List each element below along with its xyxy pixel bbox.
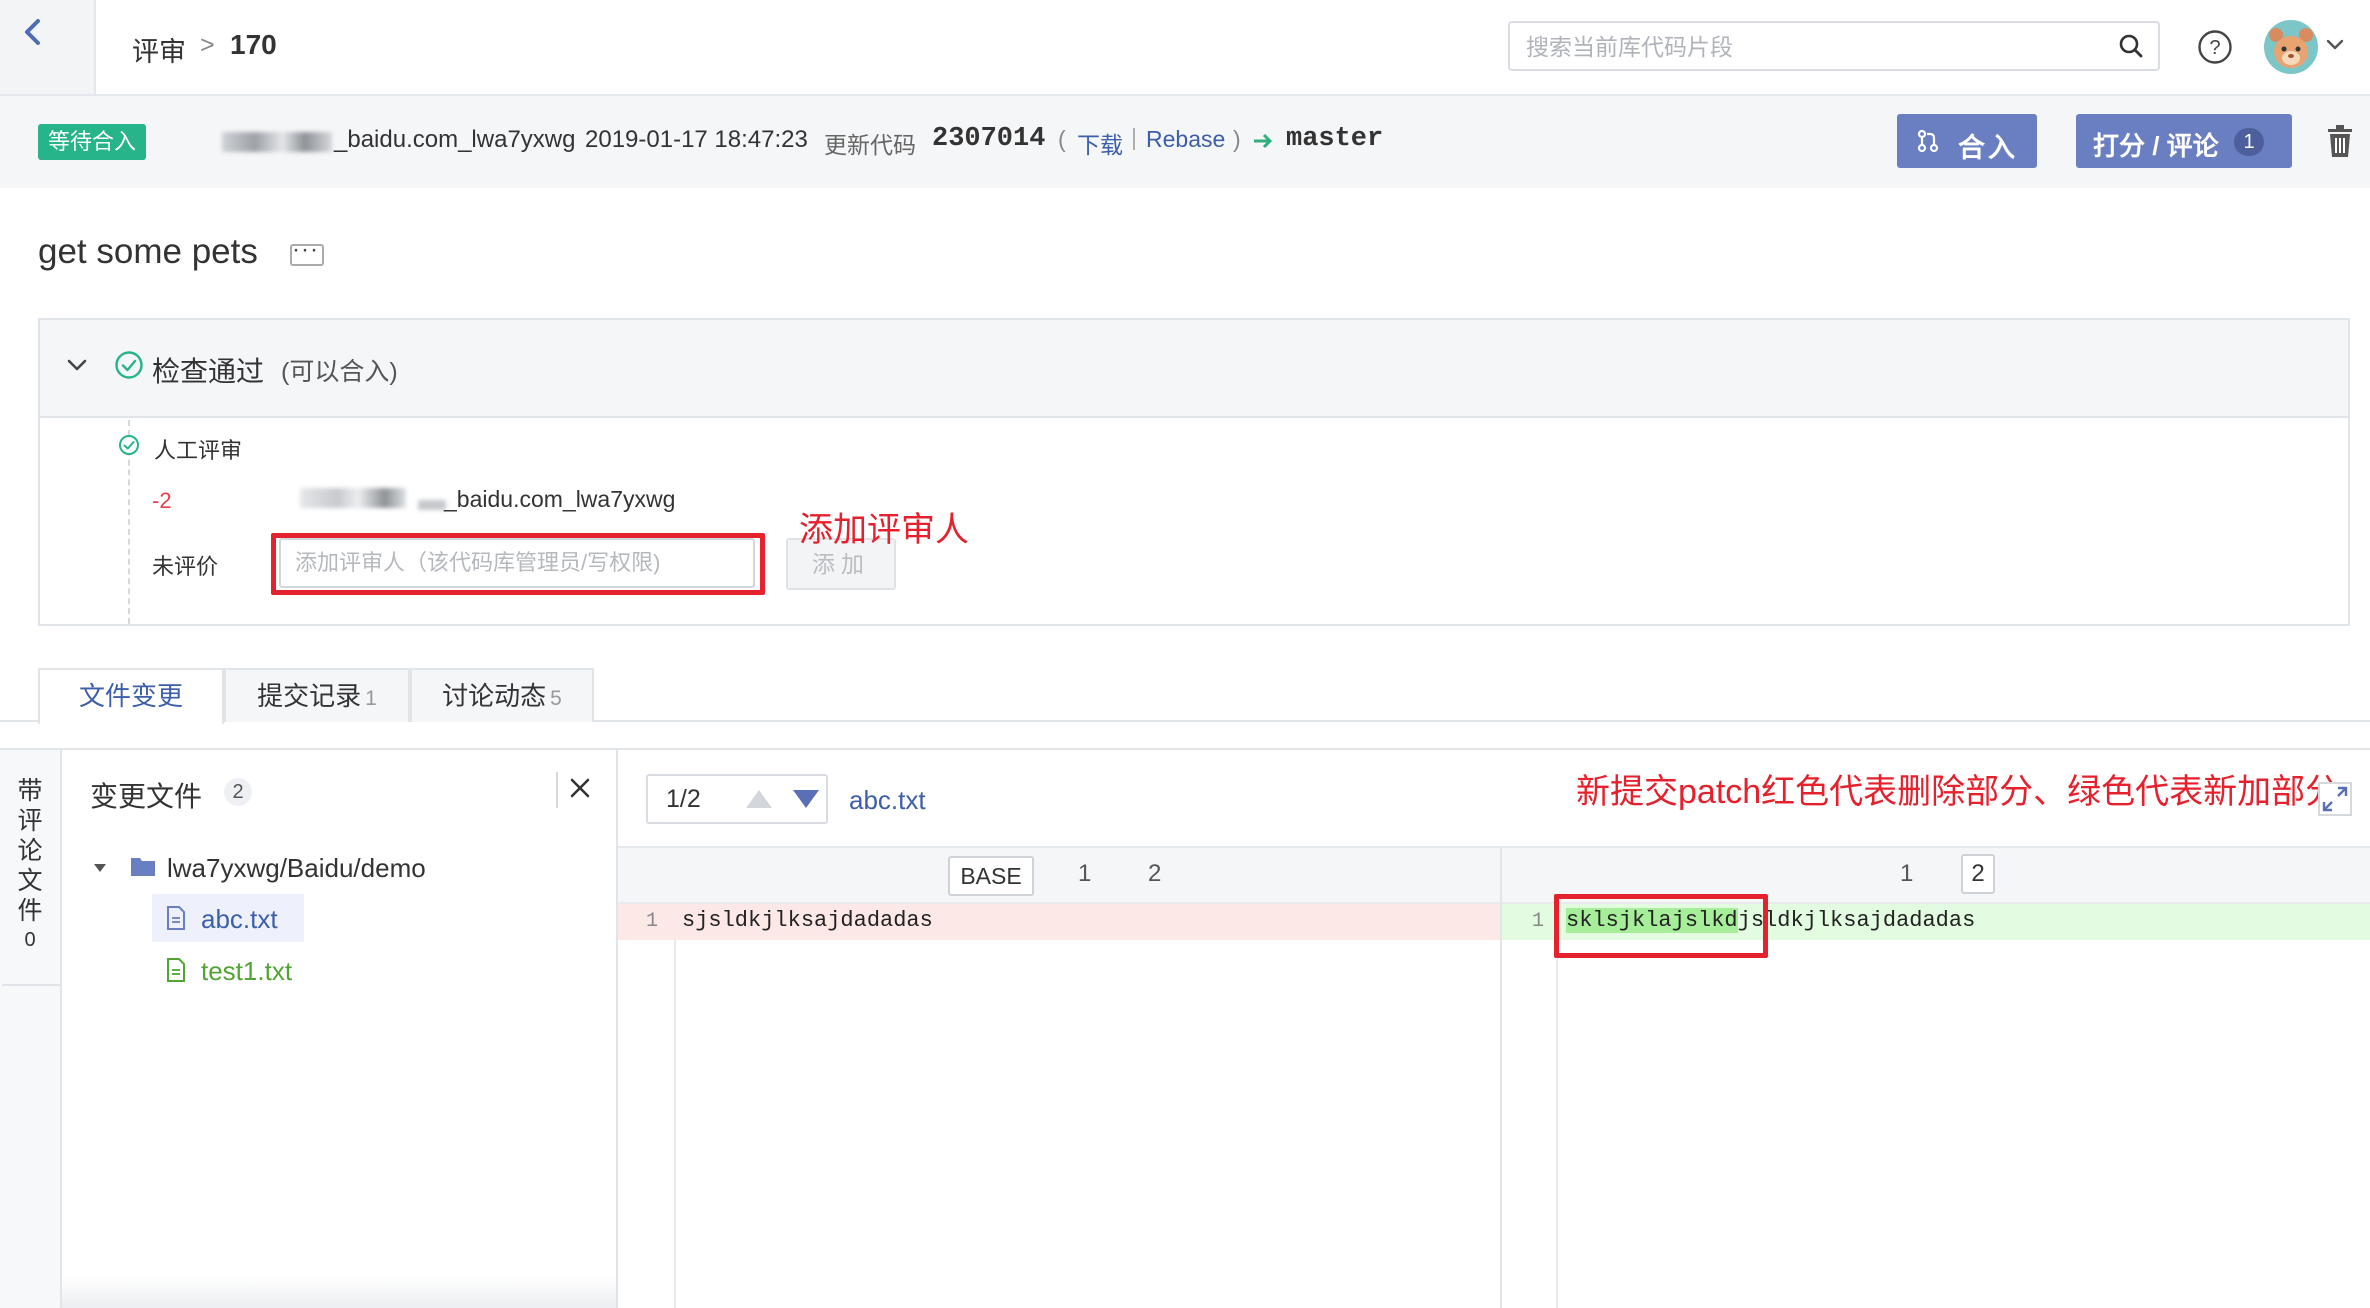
chevron-left-icon: [25, 19, 40, 45]
changed-files-count: 2: [224, 778, 252, 806]
check-status-title: 检查通过: [152, 356, 265, 387]
left-version-2[interactable]: 2: [1148, 860, 1161, 888]
tab-commits[interactable]: 提交记录 1: [224, 668, 410, 722]
download-link[interactable]: 下载: [1077, 126, 1123, 160]
avatar[interactable]: [2263, 19, 2319, 75]
link-divider: |: [1131, 124, 1137, 150]
caret-down-icon[interactable]: [92, 862, 108, 874]
file-name[interactable]: test1.txt: [201, 956, 292, 987]
paren-close: ): [1233, 126, 1241, 152]
annotation-label: 新提交patch红色代表删除部分、绿色代表新加部分: [1576, 773, 2340, 811]
status-badge: 等待合入: [38, 124, 147, 160]
paren-open: (: [1058, 126, 1066, 152]
annotation-box: [271, 533, 765, 595]
search-input[interactable]: [1524, 23, 2108, 71]
tab-label: 文件变更: [78, 681, 183, 711]
author-name: _baidu.com_lwa7yxwg: [334, 126, 576, 153]
back-button[interactable]: [0, 0, 96, 94]
right-version-1[interactable]: 1: [1900, 860, 1913, 888]
reviewer-name: _baidu.com_lwa7yxwg: [444, 486, 676, 512]
reviewer-redacted: [300, 488, 406, 508]
merge-icon: [1917, 129, 1939, 153]
page-title: get some pets: [38, 232, 258, 271]
triangle-down-icon[interactable]: [790, 787, 822, 811]
tab-discussion[interactable]: 讨论动态 5: [410, 668, 594, 722]
breadcrumb-review[interactable]: 评审: [132, 30, 186, 69]
score-comment-label[interactable]: 打分 / 评论: [2093, 126, 2219, 163]
search-icon[interactable]: [2118, 33, 2144, 59]
tab-file-changes[interactable]: 文件变更: [38, 668, 224, 724]
manual-review-label: 人工评审: [154, 438, 243, 463]
deleted-code: sjsldkjlksajdadadas: [682, 908, 933, 933]
arrow-right-icon: [1254, 133, 1273, 149]
folder-name[interactable]: lwa7yxwg/Baidu/demo: [167, 853, 426, 884]
tab-count: 1: [365, 687, 377, 710]
diff-version-header: [618, 848, 2370, 904]
tab-count: 5: [550, 687, 562, 710]
rebase-link[interactable]: Rebase: [1146, 126, 1225, 153]
chevron-down-icon[interactable]: [64, 352, 90, 378]
line-number: 1: [646, 910, 659, 933]
expand-icon[interactable]: [2318, 782, 2352, 816]
folder-icon: [131, 858, 155, 876]
unrated-label: 未评价: [152, 554, 219, 579]
commit-id: 2307014: [932, 124, 1046, 154]
reviewer-redacted-2: [418, 500, 446, 510]
svg-text:?: ?: [2209, 37, 2220, 59]
right-line-gutter: [1502, 904, 1558, 1308]
merge-button-label[interactable]: 合入: [1958, 126, 2018, 165]
left-version-1[interactable]: 1: [1078, 860, 1091, 888]
update-label: 更新代码: [824, 132, 916, 158]
check-circle-icon: [119, 435, 139, 455]
annotation-box: [1554, 894, 1768, 958]
tab-label: 讨论动态: [442, 681, 547, 711]
rail-divider: [2, 984, 60, 986]
changed-files-title: 变更文件: [90, 781, 203, 812]
check-status-subtitle: (可以合入): [281, 358, 398, 386]
review-number: 170: [230, 29, 277, 60]
panel-header-divider: [556, 772, 558, 808]
file-icon: [167, 906, 185, 930]
close-icon[interactable]: [568, 776, 592, 800]
chevron-down-icon[interactable]: [2322, 32, 2348, 58]
help-icon[interactable]: ?: [2197, 29, 2233, 65]
breadcrumb-separator: >: [200, 31, 215, 59]
more-button-label[interactable]: ···: [292, 236, 319, 264]
left-code-pane: [676, 904, 1500, 1308]
panel-bottom-shade: [62, 1276, 616, 1308]
annotation-label: 添加评审人: [799, 511, 969, 549]
check-circle-icon: [115, 351, 143, 379]
line-number: 1: [1532, 910, 1545, 933]
tab-label: 提交记录: [257, 681, 362, 711]
target-branch: master: [1286, 124, 1384, 154]
left-line-gutter: [618, 904, 676, 1308]
right-code-pane: [1558, 904, 2370, 1308]
author-redacted: [222, 132, 332, 152]
added-code-rest: jsldkjlksajdadadas: [1737, 908, 1976, 933]
file-name[interactable]: abc.txt: [201, 904, 278, 935]
search-box[interactable]: [1508, 21, 2160, 71]
update-date: 2019-01-17 18:47:23: [585, 126, 808, 153]
changed-files-panel: [62, 750, 618, 1308]
base-version-button[interactable]: BASE: [948, 856, 1034, 896]
score-count-badge: 1: [2234, 128, 2264, 156]
current-file-name[interactable]: abc.txt: [849, 785, 926, 816]
review-vote: -2: [152, 488, 172, 513]
triangle-up-icon[interactable]: [743, 787, 775, 811]
right-version-2-selected[interactable]: 2: [1961, 854, 1995, 894]
commented-files-label[interactable]: 带评论文件: [14, 776, 46, 926]
file-icon: [167, 958, 185, 982]
file-page-indicator: 1/2: [666, 785, 701, 813]
trash-icon[interactable]: [2326, 124, 2354, 158]
commented-files-count: 0: [24, 929, 36, 951]
